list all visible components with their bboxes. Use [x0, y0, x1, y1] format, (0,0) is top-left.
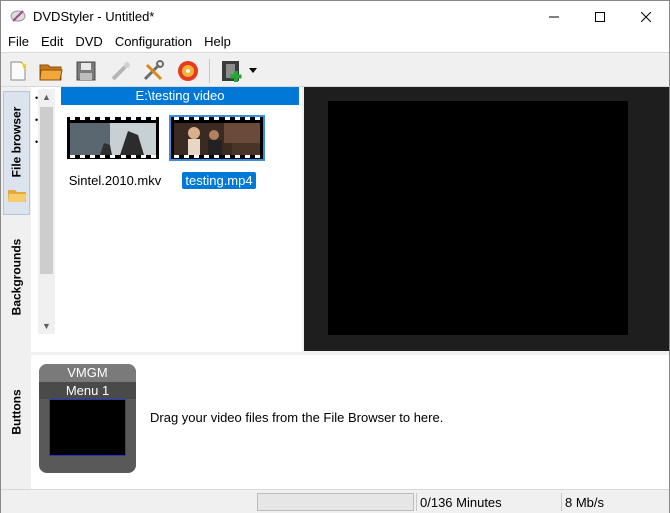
tree-scrollbar[interactable]: ▲ ▼ [38, 89, 55, 334]
folder-icon [7, 190, 27, 202]
wand-icon [111, 62, 130, 81]
status-bar: 0/136 Minutes 8 Mb/s [1, 489, 669, 513]
dvdstyler-logo-icon [10, 10, 26, 22]
wizard-button[interactable] [109, 59, 133, 83]
window-title: DVDStyler - Untitled* [33, 9, 155, 24]
menu-bar: File Edit DVD Configuration Help [1, 32, 669, 52]
save-icon [76, 61, 96, 81]
burn-disc-icon [178, 61, 198, 81]
video-frame-icon [70, 123, 156, 155]
maximize-button[interactable] [577, 1, 623, 32]
menu-configuration[interactable]: Configuration [109, 32, 198, 52]
menu-label: Menu 1 [39, 382, 136, 399]
menu-dvd[interactable]: DVD [69, 32, 108, 52]
save-button[interactable] [74, 59, 98, 83]
menu-file[interactable]: File [2, 32, 35, 52]
toolbar [1, 52, 669, 87]
new-icon [10, 61, 28, 81]
side-tabs: File browser Backgrounds Buttons [1, 87, 31, 489]
minimize-button[interactable] [531, 1, 577, 32]
tab-file-browser-label: File browser [9, 106, 24, 178]
bitrate-status: 8 Mb/s [565, 495, 605, 510]
file-item[interactable]: Sintel.2010.mkv [65, 111, 165, 191]
scrollbar-thumb[interactable] [40, 107, 53, 274]
vmgm-label: VMGM [39, 364, 136, 382]
drag-hint-text: Drag your video files from the File Brow… [150, 410, 444, 425]
status-separator [416, 493, 417, 511]
open-folder-icon [39, 64, 63, 81]
maximize-icon [595, 11, 605, 22]
duration-status: 0/136 Minutes [420, 495, 502, 510]
new-button[interactable] [6, 59, 30, 83]
menu-help[interactable]: Help [198, 32, 237, 52]
file-item-selected[interactable]: testing.mp4 [169, 111, 269, 191]
close-icon [641, 11, 651, 22]
close-button[interactable] [623, 1, 669, 32]
minimize-icon [549, 16, 559, 17]
add-video-icon [222, 61, 242, 82]
toolbar-separator [209, 59, 210, 83]
titleset-manager[interactable]: VMGM Menu 1 Drag your video files from t… [31, 355, 669, 489]
status-separator [561, 493, 562, 511]
settings-button[interactable] [141, 59, 165, 83]
tab-file-browser[interactable]: File browser [3, 91, 30, 215]
open-button[interactable] [39, 59, 63, 83]
burn-button[interactable] [176, 59, 200, 83]
menu-thumbnail[interactable] [49, 399, 126, 456]
add-video-dropdown[interactable] [246, 59, 260, 83]
tab-buttons[interactable]: Buttons [3, 357, 30, 467]
file-browser-panel: E:\testing video Sintel.2010.mkv testing… [61, 87, 302, 352]
add-video-button[interactable] [220, 59, 244, 83]
file-name: testing.mp4 [169, 172, 269, 189]
tools-icon [143, 60, 164, 81]
tab-backgrounds-label: Backgrounds [9, 238, 24, 316]
menu-preview-canvas[interactable] [304, 87, 669, 351]
video-frame-icon [174, 123, 260, 155]
title-bar: DVDStyler - Untitled* [1, 1, 669, 32]
menu-edit[interactable]: Edit [35, 32, 69, 52]
scroll-up-icon[interactable]: ▲ [38, 89, 55, 105]
menu-preview-area[interactable] [328, 101, 628, 335]
disc-usage-progress [257, 493, 414, 511]
file-name: Sintel.2010.mkv [68, 173, 162, 188]
app-window: DVDStyler - Untitled* File Edit DVD Conf… [0, 0, 670, 513]
tab-backgrounds[interactable]: Backgrounds [3, 222, 30, 332]
dropdown-arrow-icon [249, 68, 257, 73]
current-folder-path: E:\testing video [61, 87, 299, 105]
video-thumbnail [65, 115, 161, 161]
video-thumbnail [169, 115, 265, 161]
scroll-down-icon[interactable]: ▼ [38, 318, 55, 334]
tab-buttons-label: Buttons [9, 389, 24, 435]
vmgm-menu-box[interactable]: VMGM Menu 1 [39, 364, 136, 473]
